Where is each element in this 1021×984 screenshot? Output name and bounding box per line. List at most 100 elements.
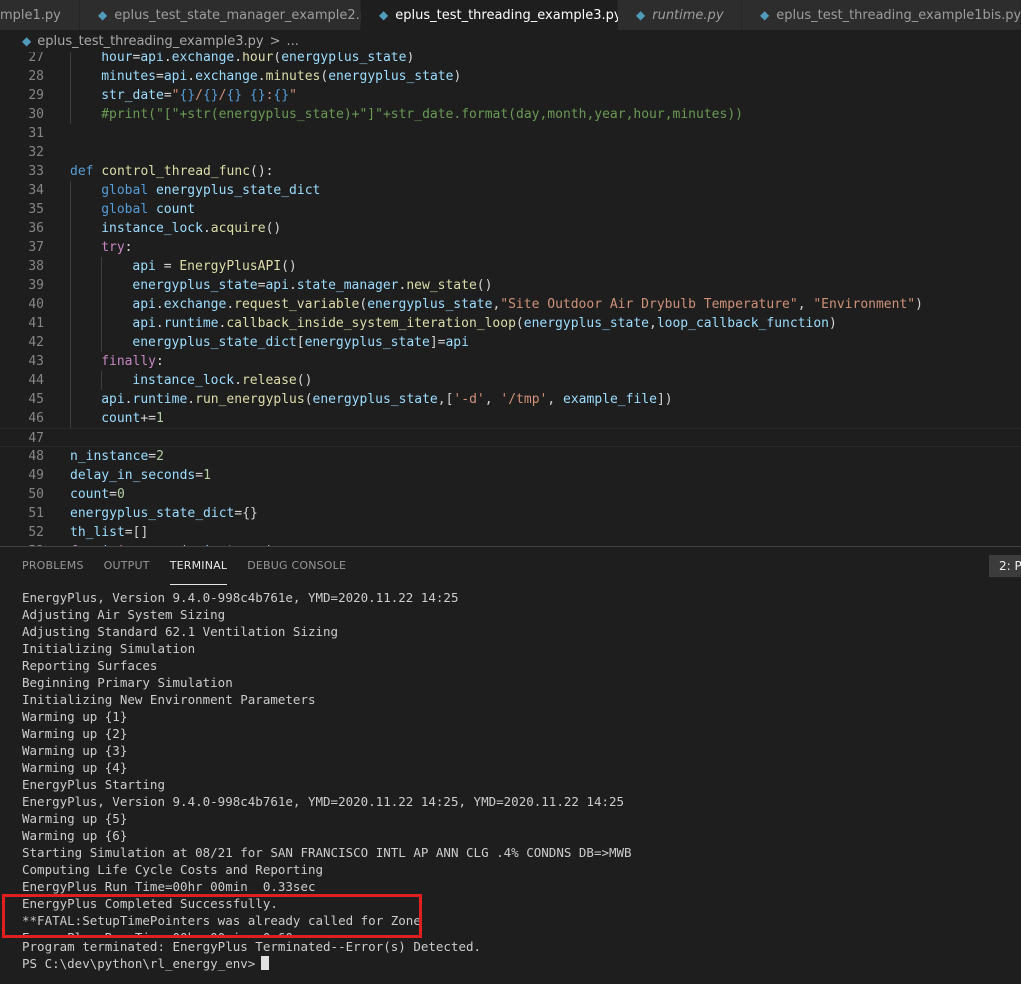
code-line[interactable]: 30 #print("["+str(energyplus_state)+"]"+s… bbox=[0, 105, 1021, 124]
code-token: = bbox=[163, 88, 172, 103]
code-token: . bbox=[234, 52, 243, 65]
tab-label: eplus_test_threading_example3.py bbox=[395, 7, 622, 23]
editor-tab[interactable]: ◆eplus_test_threading_example3.py× bbox=[361, 0, 648, 30]
code-token: global bbox=[101, 202, 149, 217]
code-token: minutes bbox=[101, 69, 156, 84]
code-token: = bbox=[155, 259, 180, 274]
editor-tab[interactable]: ◆ eplus_test_state_manager_example2.py bbox=[80, 0, 376, 30]
terminal-line: Adjusting Air System Sizing bbox=[22, 606, 632, 623]
code-line[interactable]: 36 instance_lock.acquire() bbox=[0, 219, 1021, 238]
code-token: =[] bbox=[124, 525, 149, 540]
code-token: state_manager bbox=[296, 278, 399, 293]
code-token: . bbox=[257, 69, 266, 84]
code-line[interactable]: 44 instance_lock.release() bbox=[0, 371, 1021, 390]
code-text: global count bbox=[101, 200, 195, 219]
code-token: . bbox=[155, 297, 164, 312]
panel-tab-problems[interactable]: PROBLEMS bbox=[22, 547, 84, 585]
code-line[interactable]: 34 global energyplus_state_dict bbox=[0, 181, 1021, 200]
code-line[interactable]: 46 count+=1 bbox=[0, 409, 1021, 428]
terminal-line-text: EnergyPlus, Version 9.4.0-998c4b761e, YM… bbox=[22, 794, 625, 809]
line-number: 39 bbox=[28, 278, 44, 293]
editor-tab[interactable]: ◆ eplus_test_threading_example1bis.py bbox=[742, 0, 1021, 30]
code-token: run_energyplus bbox=[195, 392, 305, 407]
code-line[interactable]: 33 def control_thread_func(): bbox=[0, 162, 1021, 181]
code-line[interactable]: 41 api.runtime.callback_inside_system_ite… bbox=[0, 314, 1021, 333]
code-line[interactable]: 47 bbox=[0, 428, 1021, 447]
code-line[interactable]: 43 finally: bbox=[0, 352, 1021, 371]
code-token: energyplus_state bbox=[304, 335, 430, 350]
line-number: 41 bbox=[28, 316, 44, 331]
code-line[interactable]: 40 api.exchange.request_variable(energypl… bbox=[0, 295, 1021, 314]
indent-guide bbox=[101, 295, 103, 314]
code-token: callback_inside_system_iteration_loop bbox=[226, 316, 516, 331]
code-token: . bbox=[163, 52, 172, 65]
code-token: . bbox=[226, 297, 235, 312]
indent-guide bbox=[70, 86, 71, 105]
code-line[interactable]: 35 global count bbox=[0, 200, 1021, 219]
editor-tab-bar: mple1.py ◆ eplus_test_state_manager_exampl… bbox=[0, 0, 1021, 30]
code-line[interactable]: 28 minutes=api.exchange.minutes(energyplu… bbox=[0, 67, 1021, 86]
terminal-line: Program terminated: EnergyPlus Terminate… bbox=[22, 938, 632, 955]
terminal-line: EnergyPlus Starting bbox=[22, 776, 632, 793]
code-token: request_variable bbox=[234, 297, 360, 312]
code-token: str_date bbox=[101, 88, 164, 103]
terminal-select[interactable]: 2: Powershell bbox=[989, 555, 1021, 577]
line-number: 49 bbox=[28, 468, 44, 483]
code-token: = bbox=[155, 69, 164, 84]
code-text: energyplus_state_dict={} bbox=[70, 504, 258, 523]
panel-tab-terminal[interactable]: TERMINAL bbox=[169, 547, 228, 585]
bottom-panel: PROBLEMS OUTPUT TERMINAL DEBUG CONSOLE 2: P… bbox=[0, 546, 1021, 984]
code-line[interactable]: 42 energyplus_state_dict[energyplus_state… bbox=[0, 333, 1021, 352]
code-text: hour=api.exchange.hour(energyplus_state) bbox=[101, 52, 414, 67]
editor-tab[interactable]: mple1.py bbox=[0, 0, 80, 30]
code-line[interactable]: 31 bbox=[0, 124, 1021, 143]
tab-label: mple1.py bbox=[0, 7, 61, 23]
terminal-line: EnergyPlus, Version 9.4.0-998c4b761e, YM… bbox=[22, 589, 632, 606]
code-token: api bbox=[163, 69, 188, 84]
code-line[interactable]: 29 str_date="{}/{}/{} {}:{}" bbox=[0, 86, 1021, 105]
code-text: try: bbox=[101, 238, 132, 257]
code-token: {} bbox=[202, 88, 219, 103]
code-line[interactable]: 52 th_list=[] bbox=[0, 523, 1021, 542]
code-token: ( bbox=[515, 316, 524, 331]
line-number: 31 bbox=[28, 126, 44, 141]
code-token: ) bbox=[829, 316, 837, 331]
code-line[interactable]: 37 try: bbox=[0, 238, 1021, 257]
code-token: exchange bbox=[195, 69, 258, 84]
code-line[interactable]: 51 energyplus_state_dict={} bbox=[0, 504, 1021, 523]
breadcrumb-file[interactable]: eplus_test_threading_example3.py bbox=[37, 34, 263, 49]
code-token: . bbox=[124, 392, 133, 407]
code-token: #print("["+str(energyplus_state)+"]"+str… bbox=[101, 107, 743, 122]
line-number: 48 bbox=[28, 449, 44, 464]
code-line[interactable]: 45 api.runtime.run_energyplus(energyplus_… bbox=[0, 390, 1021, 409]
code-token: . bbox=[234, 373, 242, 388]
editor-tab[interactable]: ◆ runtime.py bbox=[618, 0, 742, 30]
panel-tab-output[interactable]: OUTPUT bbox=[104, 547, 150, 585]
terminal-line-text: Warming up {5} bbox=[22, 811, 128, 826]
indent-guide bbox=[101, 371, 103, 390]
code-token: ,[ bbox=[437, 392, 454, 407]
code-editor[interactable]: 27 hour=api.exchange.hour(energyplus_stat… bbox=[0, 52, 1021, 546]
terminal-line: PS C:\dev\python\rl_energy_env> bbox=[22, 955, 632, 972]
line-number: 52 bbox=[28, 525, 44, 540]
code-line[interactable]: 50 count=0 bbox=[0, 485, 1021, 504]
code-line[interactable]: 38 api = EnergyPlusAPI() bbox=[0, 257, 1021, 276]
code-line[interactable]: 27 hour=api.exchange.hour(energyplus_stat… bbox=[0, 52, 1021, 67]
code-text: finally: bbox=[101, 352, 164, 371]
code-line[interactable]: 39 energyplus_state=api.state_manager.new… bbox=[0, 276, 1021, 295]
breadcrumb-symbol[interactable]: ... bbox=[287, 34, 299, 49]
line-number: 44 bbox=[28, 373, 44, 388]
code-token: ) bbox=[915, 297, 923, 312]
terminal-line: Warming up {5} bbox=[22, 810, 632, 827]
code-token: = bbox=[195, 468, 204, 483]
line-number: 29 bbox=[28, 88, 44, 103]
panel-tab-debug-console[interactable]: DEBUG CONSOLE bbox=[247, 547, 346, 585]
code-text: th_list=[] bbox=[70, 523, 148, 542]
code-text: count+=1 bbox=[101, 409, 164, 428]
code-text: str_date="{}/{}/{} {}:{}" bbox=[101, 86, 297, 105]
code-line[interactable]: 32 bbox=[0, 143, 1021, 162]
code-line[interactable]: 49 delay_in_seconds=1 bbox=[0, 466, 1021, 485]
terminal-line-text: Warming up {4} bbox=[22, 760, 128, 775]
line-number: 30 bbox=[28, 107, 44, 122]
code-line[interactable]: 48 n_instance=2 bbox=[0, 447, 1021, 466]
